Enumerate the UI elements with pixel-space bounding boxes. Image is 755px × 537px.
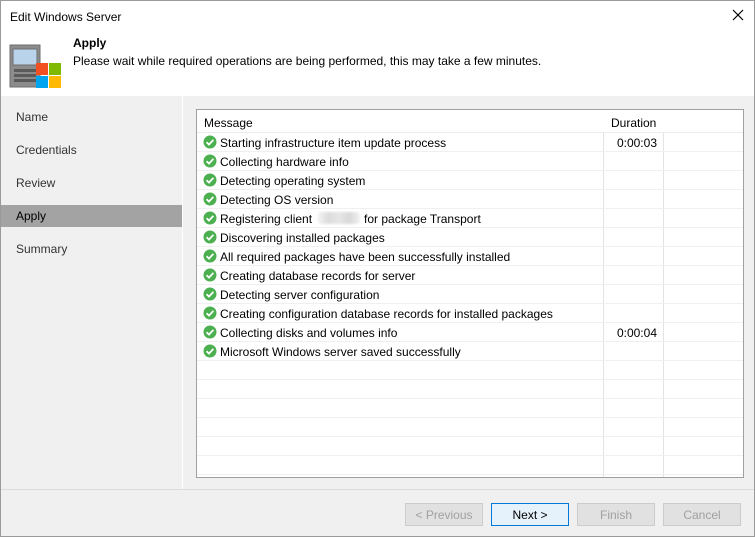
table-row[interactable]: Discovering installed packages	[197, 228, 743, 247]
row-message: Starting infrastructure item update proc…	[220, 136, 447, 150]
row-duration: 0:00:03	[616, 136, 657, 150]
table-row[interactable]: Creating database records for server	[197, 266, 743, 285]
empty-table-row	[197, 361, 743, 380]
finish-button[interactable]: Finish	[577, 503, 655, 526]
table-row[interactable]: Detecting OS version	[197, 190, 743, 209]
windows-server-icon	[9, 44, 61, 88]
empty-table-row	[197, 399, 743, 418]
row-message: Detecting OS version	[220, 193, 334, 207]
success-check-icon	[203, 230, 217, 244]
row-message: Creating database records for server	[220, 269, 416, 283]
empty-table-row	[197, 437, 743, 456]
close-icon	[732, 9, 744, 21]
table-row[interactable]: All required packages have been successf…	[197, 247, 743, 266]
edit-windows-server-dialog: Edit Windows Server Apply Please wait wh…	[0, 0, 755, 537]
title-bar: Edit Windows Server	[1, 1, 754, 31]
success-check-icon	[203, 325, 217, 339]
table-row[interactable]: Starting infrastructure item update proc…	[197, 133, 743, 152]
previous-button[interactable]: < Previous	[405, 503, 483, 526]
table-row[interactable]: Detecting operating system	[197, 171, 743, 190]
sidebar-item-name[interactable]: Name	[1, 106, 182, 128]
row-message-prefix: Registering client	[220, 212, 313, 226]
table-row[interactable]: Detecting server configuration	[197, 285, 743, 304]
next-button[interactable]: Next >	[491, 503, 569, 526]
success-check-icon	[203, 287, 217, 301]
empty-table-row	[197, 456, 743, 475]
success-check-icon	[203, 192, 217, 206]
table-row[interactable]: Collecting hardware info	[197, 152, 743, 171]
sidebar-item-credentials[interactable]: Credentials	[1, 139, 182, 161]
row-message: Discovering installed packages	[220, 231, 385, 245]
success-check-icon	[203, 135, 217, 149]
row-message: All required packages have been successf…	[220, 250, 511, 264]
cancel-button[interactable]: Cancel	[663, 503, 741, 526]
row-message: Detecting server configuration	[220, 288, 380, 302]
column-header-message[interactable]: Message	[204, 116, 253, 130]
row-message: Microsoft Windows server saved successfu…	[220, 345, 461, 359]
row-duration: 0:00:04	[616, 326, 657, 340]
row-message: Collecting hardware info	[220, 155, 349, 169]
success-check-icon	[203, 249, 217, 263]
row-message-suffix: for package Transport	[364, 212, 481, 226]
success-check-icon	[203, 344, 217, 358]
close-button[interactable]	[726, 4, 750, 26]
success-check-icon	[203, 154, 217, 168]
row-message: Registering client for package Transport	[220, 212, 481, 226]
wizard-body: Name Credentials Review Apply Summary Me…	[1, 96, 754, 489]
table-row[interactable]: Microsoft Windows server saved successfu…	[197, 342, 743, 361]
step-header: Apply Please wait while required operati…	[1, 31, 754, 95]
column-header-duration[interactable]: Duration	[611, 116, 656, 130]
step-description: Please wait while required operations ar…	[73, 54, 542, 68]
success-check-icon	[203, 268, 217, 282]
step-title: Apply	[73, 36, 107, 50]
row-message: Collecting disks and volumes info	[220, 326, 398, 340]
table-row[interactable]: Collecting disks and volumes info 0:00:04	[197, 323, 743, 342]
table-row[interactable]: Registering client for package Transport	[197, 209, 743, 228]
wizard-footer: < Previous Next > Finish Cancel	[1, 489, 754, 536]
empty-table-row	[197, 380, 743, 399]
row-message: Detecting operating system	[220, 174, 366, 188]
operations-log-table[interactable]: Message Duration Starting infrastructure…	[196, 109, 744, 478]
sidebar-item-apply[interactable]: Apply	[1, 205, 182, 227]
success-check-icon	[203, 306, 217, 320]
window-title: Edit Windows Server	[10, 10, 122, 24]
row-message: Creating configuration database records …	[220, 307, 553, 321]
table-header: Message Duration	[197, 110, 743, 133]
apply-content: Message Duration Starting infrastructure…	[183, 96, 754, 489]
table-row[interactable]: Creating configuration database records …	[197, 304, 743, 323]
redacted-client-name	[318, 212, 361, 224]
sidebar-item-summary[interactable]: Summary	[1, 238, 182, 260]
success-check-icon	[203, 173, 217, 187]
sidebar-item-review[interactable]: Review	[1, 172, 182, 194]
success-check-icon	[203, 211, 217, 225]
empty-table-row	[197, 418, 743, 437]
wizard-steps-sidebar: Name Credentials Review Apply Summary	[1, 96, 183, 489]
